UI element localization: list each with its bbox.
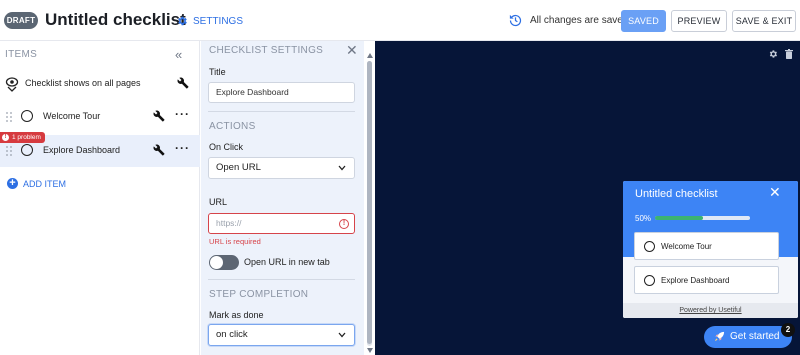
alert-icon: ! (2, 134, 9, 141)
problem-text: 1 problem (12, 134, 41, 141)
step-completion-section-title: STEP COMPLETION (209, 289, 309, 300)
url-label: URL (209, 197, 228, 207)
close-icon[interactable]: ✕ (769, 185, 781, 199)
actions-section-title: ACTIONS (209, 121, 256, 132)
mark-done-select[interactable]: on click (208, 324, 355, 346)
toggle-knob (210, 256, 223, 269)
url-placeholder: https:// (216, 218, 242, 228)
problem-badge: ! 1 problem (0, 132, 45, 143)
widget-item-label: Welcome Tour (661, 242, 712, 251)
item-checkbox[interactable] (21, 144, 33, 156)
wrench-icon[interactable] (153, 110, 165, 122)
title-label: Title (209, 67, 226, 77)
collapse-panel-icon[interactable]: « (175, 48, 182, 61)
drag-handle-icon[interactable] (6, 112, 12, 122)
settings-button[interactable]: SETTINGS (176, 12, 243, 30)
on-click-label: On Click (209, 142, 244, 152)
more-options-icon[interactable]: ··· (175, 108, 190, 120)
saved-button[interactable]: SAVED (621, 10, 666, 32)
more-options-icon[interactable]: ··· (175, 142, 190, 154)
gear-icon[interactable] (768, 49, 778, 59)
chevron-down-icon (338, 332, 346, 338)
rocket-icon (714, 331, 725, 342)
new-tab-toggle[interactable] (209, 255, 239, 270)
history-icon[interactable] (508, 13, 523, 28)
widget-title: Untitled checklist (635, 188, 718, 200)
chevron-down-icon (338, 165, 346, 171)
add-item-button[interactable]: + ADD ITEM (7, 178, 66, 189)
widget-item[interactable]: Explore Dashboard (634, 266, 779, 294)
close-icon[interactable]: ✕ (346, 43, 358, 57)
on-click-value: Open URL (216, 162, 261, 173)
error-icon: ! (339, 219, 349, 229)
new-tab-label: Open URL in new tab (244, 257, 330, 267)
progress-fill (655, 216, 703, 220)
on-click-select[interactable]: Open URL (208, 157, 355, 179)
save-status: All changes are saved (530, 15, 629, 26)
powered-by-link[interactable]: Powered by Usetiful (623, 303, 798, 318)
widget-item-checkbox[interactable] (644, 241, 655, 252)
preview-canvas: Untitled checklist ✕ 50% Welcome Tour Ex… (375, 41, 800, 355)
item-checkbox[interactable] (21, 110, 33, 122)
get-started-launcher[interactable]: Get started (704, 326, 792, 348)
gear-icon (178, 16, 187, 26)
items-header: ITEMS (5, 49, 38, 60)
progress-percent: 50% (635, 214, 652, 223)
global-visibility-row[interactable]: Checklist shows on all pages (0, 68, 200, 100)
widget-item-label: Explore Dashboard (661, 276, 730, 285)
settings-scrollbar[interactable] (367, 61, 372, 346)
widget-item[interactable]: Welcome Tour (634, 232, 779, 260)
visibility-icon (5, 77, 19, 92)
drag-handle-icon[interactable] (6, 146, 12, 156)
settings-panel-header: CHECKLIST SETTINGS (209, 45, 324, 56)
progress-bar (655, 216, 750, 220)
url-input[interactable]: https:// ! (208, 213, 355, 234)
list-item[interactable]: Welcome Tour ··· (0, 101, 200, 133)
plus-icon: + (7, 178, 18, 189)
mark-done-label: Mark as done (209, 310, 264, 320)
wrench-icon[interactable] (177, 77, 189, 89)
wrench-icon[interactable] (153, 144, 165, 156)
page-title[interactable]: Untitled checklist (45, 9, 186, 31)
settings-label: SETTINGS (193, 15, 244, 27)
url-error-text: URL is required (209, 237, 261, 246)
preview-button[interactable]: PREVIEW (671, 10, 727, 32)
divider (208, 111, 355, 112)
scroll-up-arrow[interactable] (367, 53, 373, 58)
launcher-count-badge: 2 (781, 323, 795, 337)
top-bar: DRAFT Untitled checklist SETTINGS All ch… (0, 0, 800, 41)
draft-badge: DRAFT (4, 12, 38, 29)
title-input[interactable]: Explore Dashboard (208, 82, 355, 103)
item-label: Welcome Tour (43, 111, 101, 121)
launcher-label: Get started (730, 331, 780, 342)
global-row-label: Checklist shows on all pages (25, 78, 141, 88)
item-label: Explore Dashboard (43, 145, 121, 155)
divider (208, 279, 355, 280)
checklist-widget: Untitled checklist ✕ 50% Welcome Tour Ex… (623, 181, 798, 318)
scroll-down-arrow[interactable] (367, 348, 373, 353)
save-exit-button[interactable]: SAVE & EXIT (732, 10, 796, 32)
scrollbar-thumb[interactable] (367, 61, 372, 344)
widget-item-checkbox[interactable] (644, 275, 655, 286)
settings-panel: CHECKLIST SETTINGS ✕ Title Explore Dashb… (201, 41, 364, 355)
trash-icon[interactable] (785, 49, 793, 59)
items-panel: ITEMS « Checklist shows on all pages Wel… (0, 41, 200, 355)
mark-done-value: on click (216, 329, 248, 340)
add-item-label: ADD ITEM (23, 178, 67, 189)
